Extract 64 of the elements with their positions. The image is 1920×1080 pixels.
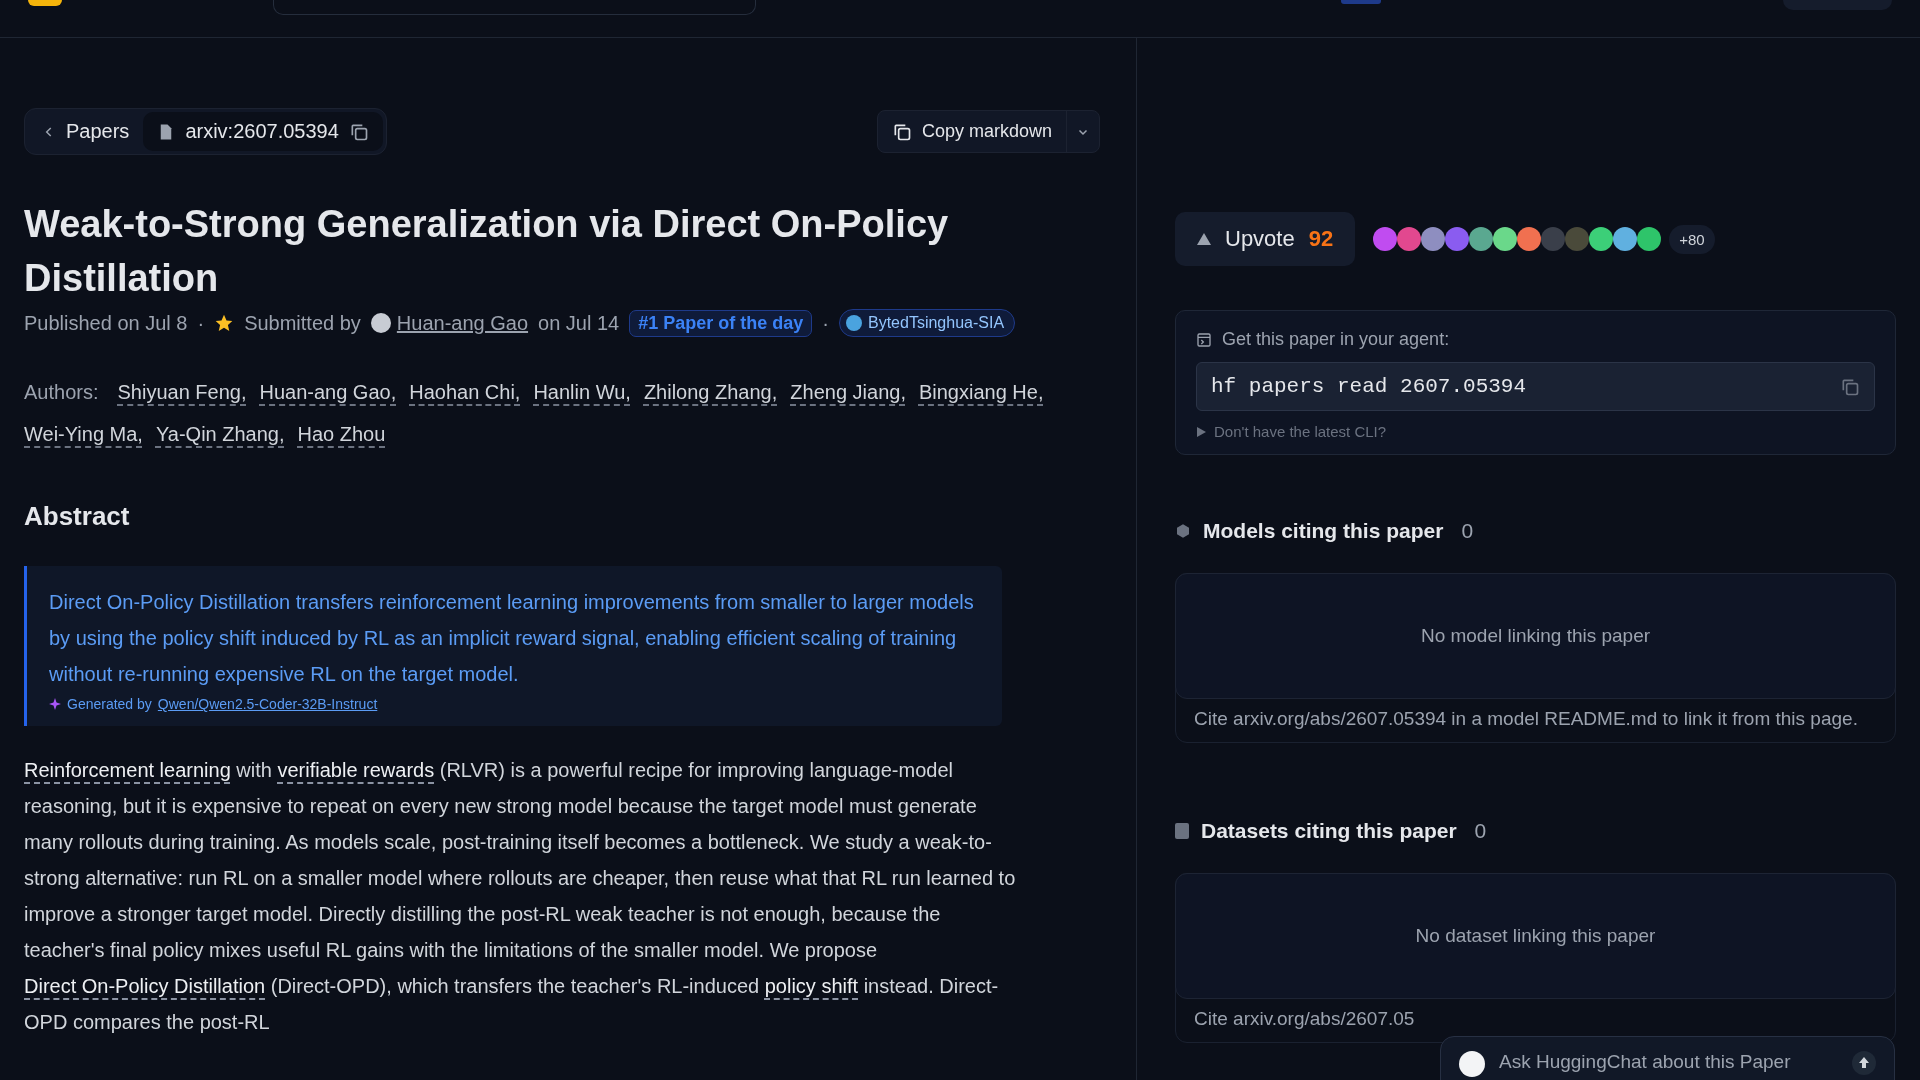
author-link[interactable]: Shiyuan Feng, <box>117 377 247 407</box>
section-title: Datasets citing this paper <box>1201 819 1457 843</box>
paper-title: Weak-to-Strong Generalization via Direct On-Policy Distillation <box>24 202 950 301</box>
authors-label: Authors: <box>24 380 99 405</box>
author-link[interactable]: Wei-Ying Ma, <box>24 419 143 449</box>
voter-avatar[interactable] <box>1613 227 1638 251</box>
terminal-icon <box>1196 331 1212 348</box>
citation-count: 0 <box>1461 519 1474 543</box>
published-date: Published on Jul 8 <box>24 311 188 335</box>
author-link[interactable]: Hanlin Wu, <box>533 377 631 407</box>
voter-avatar[interactable] <box>1517 227 1542 251</box>
upvote-button[interactable]: Upvote 92 <box>1175 212 1356 266</box>
paper-of-day-badge[interactable]: #1 Paper of the day <box>629 309 813 337</box>
chat-prompt-button[interactable]: Ask HuggingChat about this Paper <box>1440 1036 1895 1080</box>
back-link[interactable]: Papers <box>28 112 144 151</box>
author-link[interactable]: Zheng Jiang, <box>790 377 906 407</box>
author-link[interactable]: Bingxiang He, <box>918 377 1044 407</box>
separator-dot: · <box>822 311 829 335</box>
cube-icon <box>1175 523 1191 539</box>
citation-count: 0 <box>1474 819 1487 843</box>
cli-hint-toggle[interactable]: Don't have the latest CLI? <box>1196 423 1387 440</box>
author-link[interactable]: Huan-ang Gao, <box>259 377 397 407</box>
organization-link[interactable]: BytedTsinghua-SIA <box>838 309 1016 337</box>
cite-hint: Cite arxiv.org/abs/2607.05394 in a model README.md to link it from this page. <box>1194 708 1858 730</box>
empty-message: No model linking this paper <box>1175 573 1896 699</box>
author-link[interactable]: Zhilong Zhang, <box>643 377 778 407</box>
author-link[interactable]: Haohan Chi, <box>409 377 521 407</box>
chat-icon <box>1459 1051 1485 1077</box>
voter-avatar[interactable] <box>1421 227 1446 251</box>
voter-avatar[interactable] <box>1445 227 1470 251</box>
separator-dot: · <box>197 311 205 335</box>
term-link[interactable]: Direct On-Policy Distillation <box>24 975 266 997</box>
voter-avatar[interactable] <box>1469 227 1494 251</box>
term-link[interactable]: verifiable rewards <box>277 759 435 781</box>
paper-id-chip[interactable]: arxiv:2607.05394 <box>143 112 383 151</box>
abstract-text: Reinforcement learning with verifiable rewards (RLVR) is a powerful recipe for improving language-model reasoning, but it is expensive to repeat on every new strong model because the target model must generate many rollouts during training. As models scale, post-training itself becomes a bottleneck. We study a weak-to-strong alternative: run RL on a smaller model where rollouts are cheaper, then reuse what that RL run learned to improve a stronger target model. Directly distilling the post-RL weak teacher is not enough, because the teacher's final policy mixes useful RL gains with the limitations of the smaller model. We propose Direct On-Policy Distillation (Direct-OPD), which transfers the teacher's RL-induced policy shift instead. Direct-OPD compares the post-RL <box>24 758 1017 1035</box>
model-link[interactable]: Qwen/Qwen2.5-Coder-32B-Instruct <box>157 696 378 712</box>
command-field[interactable]: hf papers read 2607.05394 <box>1196 362 1875 411</box>
empty-message: No dataset linking this paper <box>1175 873 1896 999</box>
voter-avatar[interactable] <box>1493 227 1518 251</box>
author-link[interactable]: Ya-Qin Zhang, <box>155 419 285 449</box>
summary-text: Direct On-Policy Distillation transfers reinforcement learning improvements from smaller to larger models by using the policy shift induced by RL as an implicit reward signal, enabling efficient scaling of training without re-running expensive RL on the target model. <box>49 590 975 687</box>
database-icon <box>1175 823 1189 839</box>
submitter-link[interactable]: Huan-ang Gao <box>396 311 529 335</box>
generated-label: Generated by <box>67 696 152 712</box>
user-avatar <box>370 313 391 333</box>
voter-avatar[interactable] <box>1589 227 1614 251</box>
star-icon <box>214 313 235 333</box>
section-title: Models citing this paper <box>1203 519 1444 543</box>
voter-avatar[interactable] <box>1373 227 1398 251</box>
voter-avatar[interactable] <box>1397 227 1422 251</box>
sparkle-icon <box>49 698 61 710</box>
abstract-heading: Abstract <box>24 501 131 532</box>
author-link[interactable]: Hao Zhou <box>297 419 386 449</box>
triangle-up-icon <box>1197 233 1211 245</box>
arrow-up-icon[interactable] <box>1852 1051 1876 1075</box>
submitted-label: Submitted by <box>244 311 361 335</box>
more-voters-count[interactable]: +80 <box>1669 224 1715 254</box>
agent-label: Get this paper in your agent: <box>1222 329 1450 350</box>
term-link[interactable]: policy shift <box>764 975 859 997</box>
term-link[interactable]: Reinforcement learning <box>24 759 231 781</box>
submitted-date: on Jul 14 <box>538 311 620 335</box>
voter-avatar[interactable] <box>1637 227 1662 251</box>
cite-hint: Cite arxiv.org/abs/2607.05 <box>1194 1008 1415 1030</box>
